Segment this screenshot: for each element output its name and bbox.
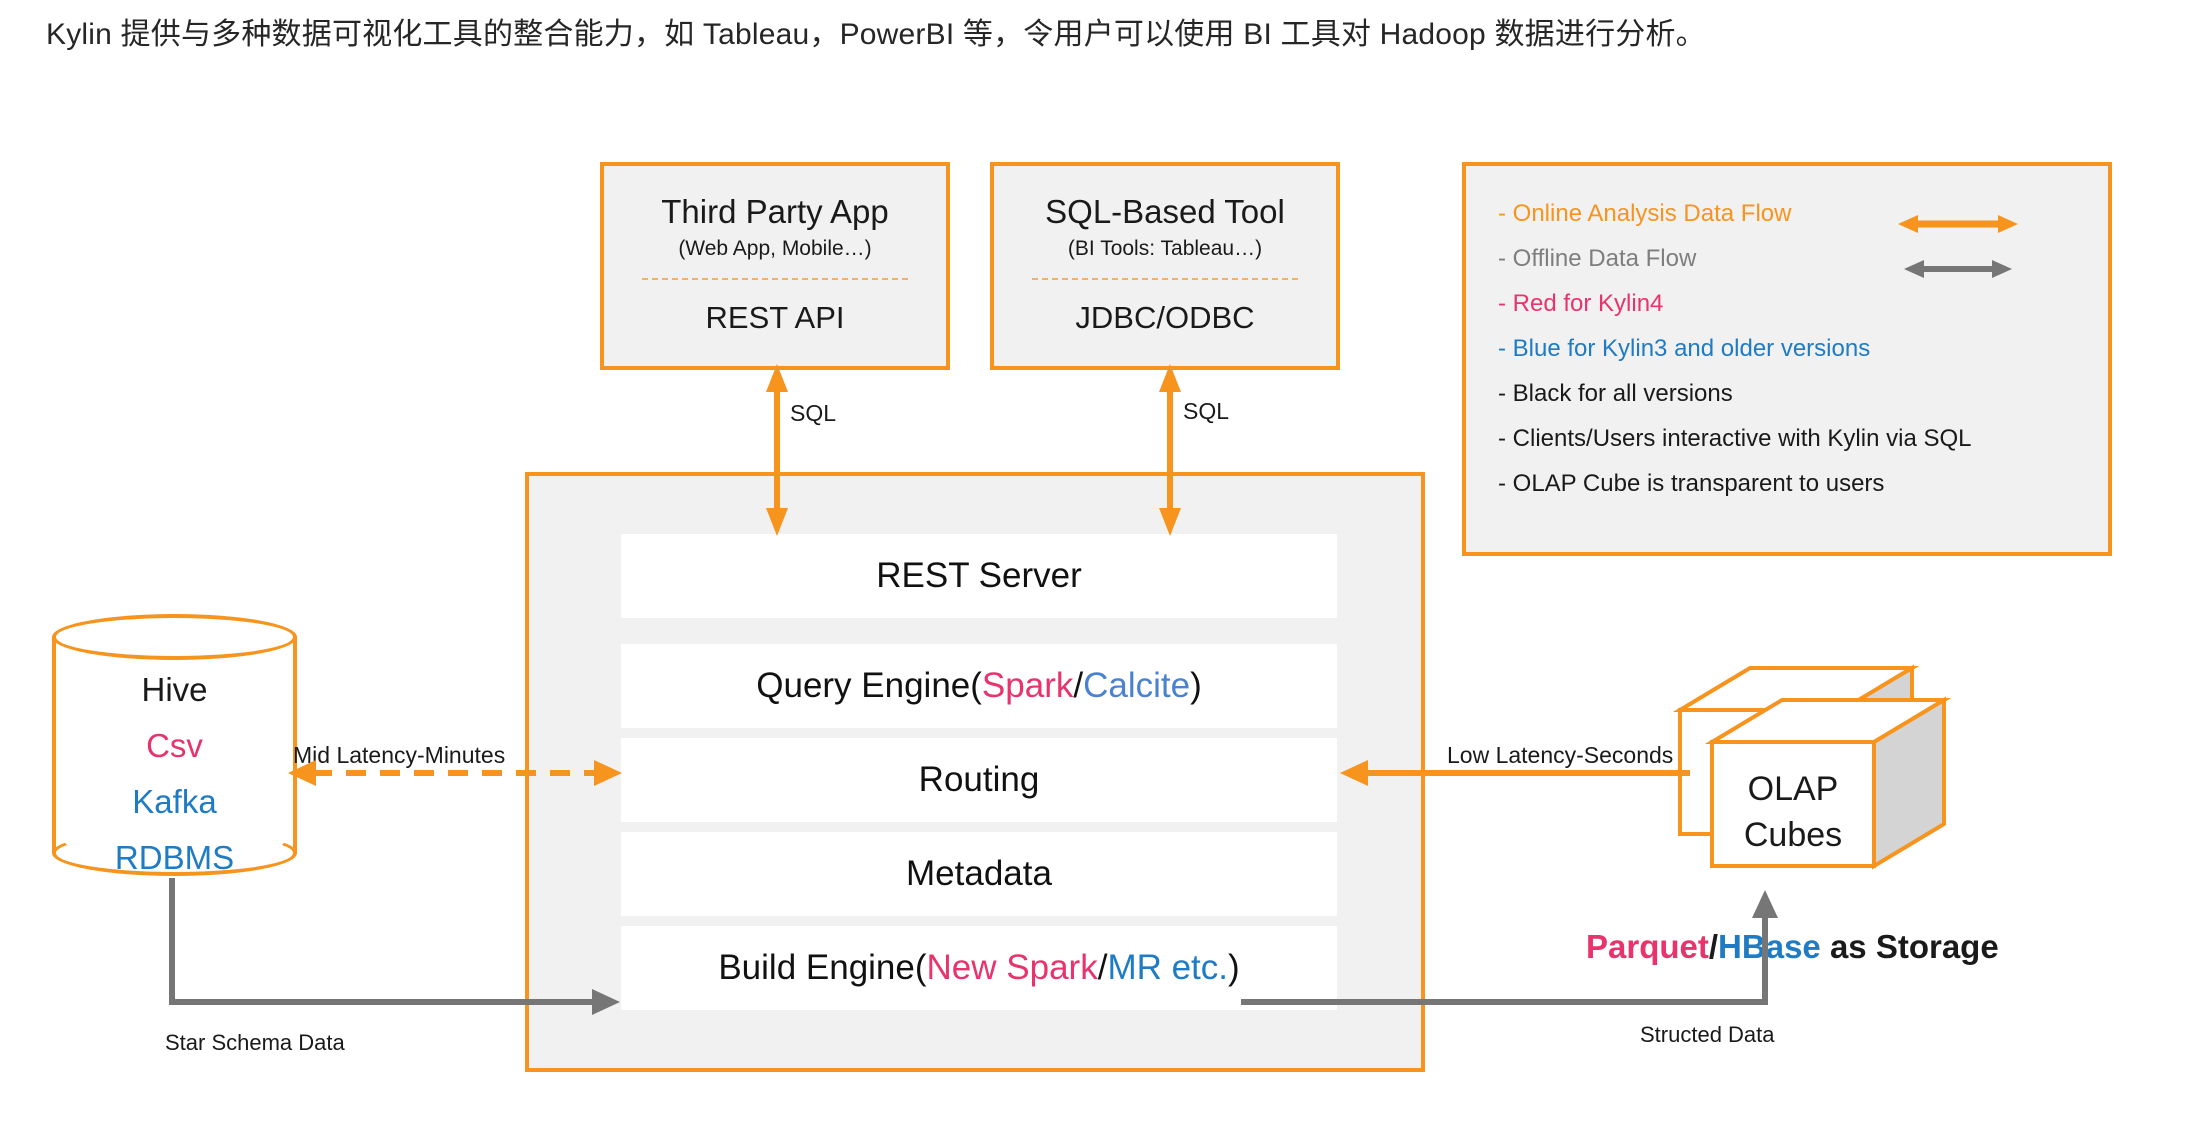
layer-build-engine[interactable]: Build Engine(New Spark / MR etc.)	[621, 926, 1337, 1010]
third-party-app-box[interactable]: Third Party App (Web App, Mobile…) REST …	[600, 162, 950, 370]
client-api-label: JDBC/ODBC	[1075, 300, 1255, 335]
legend-panel: - Online Analysis Data Flow - Offline Da…	[1462, 162, 2112, 556]
page-caption: Kylin 提供与多种数据可视化工具的整合能力，如 Tableau，PowerB…	[46, 18, 1706, 51]
legend-row-offline-flow: - Offline Data Flow	[1498, 241, 2108, 278]
text-run: Calcite	[1083, 666, 1191, 705]
legend-row-black-all: - Black for all versions	[1498, 376, 2108, 411]
text-run: REST Server	[876, 556, 1082, 595]
text-run: New Spark	[926, 948, 1098, 987]
mid-latency-label: Mid Latency-Minutes	[293, 742, 506, 768]
text-run: Parquet	[1586, 928, 1709, 965]
legend-row-red-kylin4: - Red for Kylin4	[1498, 286, 2108, 321]
layer-rest-server[interactable]: REST Server	[621, 534, 1337, 618]
text-run: /	[1073, 666, 1084, 705]
text-run: Query Engine(	[756, 666, 982, 705]
data-source-item-hive: Hive	[141, 671, 208, 708]
olap-cubes-graphic[interactable]: OLAP Cubes	[1672, 662, 1972, 912]
data-source-cylinder[interactable]: Hive Csv Kafka RDBMS	[52, 614, 297, 876]
data-source-item-csv: Csv	[146, 727, 203, 764]
legend-label: - Blue for Kylin3 and older versions	[1498, 335, 1871, 362]
legend-row-olap-transparent: - OLAP Cube is transparent to users	[1498, 466, 2108, 501]
text-run: Spark	[981, 666, 1074, 705]
legend-label: - Online Analysis Data Flow	[1498, 200, 1792, 227]
client-title: SQL-Based Tool	[1045, 193, 1285, 230]
olap-cubes-label: OLAP Cubes	[1712, 766, 1874, 858]
text-run: )	[1190, 666, 1202, 705]
orange-double-arrow-icon	[1898, 208, 2018, 233]
text-run: Routing	[918, 760, 1040, 799]
sql-connector-label-left: SQL	[790, 400, 837, 426]
layer-query-engine[interactable]: Query Engine(Spark / Calcite)	[621, 644, 1337, 728]
sql-based-tool-box[interactable]: SQL-Based Tool (BI Tools: Tableau…) JDBC…	[990, 162, 1340, 370]
client-divider	[641, 278, 909, 280]
layer-routing[interactable]: Routing	[621, 738, 1337, 822]
low-latency-label: Low Latency-Seconds	[1447, 742, 1674, 768]
olap-cubes-line2: Cubes	[1743, 816, 1843, 854]
star-schema-label: Star Schema Data	[165, 1030, 345, 1055]
sql-connector-label-right: SQL	[1183, 398, 1230, 424]
text-run: as Storage	[1820, 928, 1999, 965]
storage-label: Parquet/HBase as Storage	[1586, 928, 1999, 966]
text-run: Metadata	[906, 854, 1052, 893]
cylinder-top-ellipse	[52, 614, 297, 660]
client-api-label: REST API	[705, 300, 845, 335]
client-divider	[1031, 278, 1299, 280]
client-title: Third Party App	[661, 193, 889, 230]
legend-label: - OLAP Cube is transparent to users	[1498, 470, 1885, 497]
olap-cubes-line1: OLAP	[1747, 770, 1839, 808]
gray-double-arrow-icon	[1898, 253, 2018, 278]
legend-row-blue-kylin3: - Blue for Kylin3 and older versions	[1498, 331, 2108, 366]
data-source-list: Hive Csv Kafka RDBMS	[52, 662, 297, 886]
kylin-core-container: REST Server Query Engine(Spark / Calcite) …	[525, 472, 1425, 1072]
client-subtitle: (BI Tools: Tableau…)	[1067, 237, 1263, 260]
legend-row-online-flow: - Online Analysis Data Flow	[1498, 196, 2108, 233]
legend-label: - Clients/Users interactive with Kylin v…	[1498, 425, 1972, 452]
legend-label: - Black for all versions	[1498, 380, 1733, 407]
text-run: HBase	[1718, 928, 1821, 965]
structed-data-label: Structed Data	[1640, 1022, 1775, 1047]
text-run: /	[1708, 928, 1719, 965]
text-run: Build Engine(	[718, 948, 927, 987]
layer-metadata[interactable]: Metadata	[621, 832, 1337, 916]
data-source-item-kafka: Kafka	[132, 783, 217, 820]
data-source-item-rdbms: RDBMS	[114, 839, 235, 876]
text-run: MR etc.	[1107, 948, 1229, 987]
legend-label: - Red for Kylin4	[1498, 290, 1664, 317]
text-run: /	[1097, 948, 1108, 987]
legend-row-clients-sql: - Clients/Users interactive with Kylin v…	[1498, 421, 2108, 456]
legend-label: - Offline Data Flow	[1498, 245, 1697, 272]
client-subtitle: (Web App, Mobile…)	[678, 237, 872, 260]
text-run: )	[1228, 948, 1240, 987]
